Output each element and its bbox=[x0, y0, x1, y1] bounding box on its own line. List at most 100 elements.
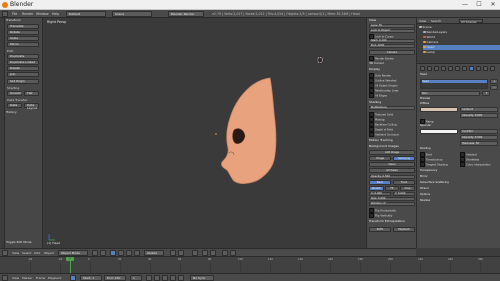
minimize-button[interactable]: — bbox=[458, 0, 472, 10]
jump-start-icon[interactable] bbox=[146, 275, 152, 281]
transparency-header[interactable]: Transparency bbox=[420, 169, 437, 173]
next-keyframe-icon[interactable] bbox=[170, 275, 176, 281]
lock-cursor-checkbox[interactable]: Lock to Cursor bbox=[369, 34, 394, 38]
editor-type-icon[interactable] bbox=[2, 275, 8, 281]
timeline[interactable]: -40 -20 0 20 40 60 80 100 120 140 160 180 200 220 240 2… bbox=[0, 256, 500, 274]
join-button[interactable]: Join bbox=[7, 72, 39, 77]
fake-user-button[interactable]: F bbox=[482, 91, 490, 96]
specular-color-swatch[interactable] bbox=[420, 129, 458, 134]
smooth-button[interactable]: Smooth bbox=[7, 91, 22, 96]
material-slot-item[interactable]: Head bbox=[422, 80, 487, 83]
marker-menu[interactable]: Marker bbox=[22, 275, 32, 281]
remove-slot-button[interactable]: − bbox=[490, 85, 498, 90]
playback-menu[interactable]: Playback bbox=[48, 275, 61, 281]
menu-window[interactable]: Window bbox=[36, 11, 49, 17]
lens-field[interactable]: Lens: 35 bbox=[369, 24, 415, 28]
relationship-lines-checkbox[interactable]: Relationship Lines bbox=[369, 88, 399, 92]
world-tab-icon[interactable] bbox=[434, 66, 439, 71]
delete-button[interactable]: Delete bbox=[7, 66, 39, 71]
mirror-button[interactable]: Mirror bbox=[7, 42, 39, 47]
crop-button[interactable]: Crop bbox=[400, 186, 415, 191]
ambient-occlusion-checkbox[interactable]: Ambient Occlusion bbox=[369, 132, 399, 136]
menu-file[interactable]: File bbox=[12, 11, 17, 17]
only-render-checkbox[interactable]: Only Render bbox=[369, 73, 391, 77]
physics-tab-icon[interactable] bbox=[490, 66, 495, 71]
sss-header[interactable]: Subsurface Scattering bbox=[420, 181, 449, 185]
transform-extrapolation-header[interactable]: Transform Extrapolation bbox=[369, 219, 415, 224]
outliner-display-dropdown[interactable]: All Scenes bbox=[459, 19, 483, 24]
add-image-button[interactable]: Add Image bbox=[369, 150, 415, 155]
motion-tracking-header[interactable]: Motion Tracking bbox=[369, 138, 415, 143]
local-camera-field[interactable]: Camera bbox=[369, 50, 415, 55]
flip-horizontal-checkbox[interactable]: Flip Horizontally bbox=[369, 208, 396, 212]
preview-header[interactable]: Preview bbox=[420, 97, 430, 101]
hardness-field[interactable]: Hardness: 50 bbox=[460, 141, 498, 146]
head-mesh[interactable] bbox=[221, 77, 277, 184]
jump-end-icon[interactable] bbox=[178, 275, 184, 281]
data-tab-icon[interactable] bbox=[462, 66, 467, 71]
menu-render[interactable]: Render bbox=[22, 11, 33, 17]
texture-tab-icon[interactable] bbox=[476, 66, 481, 71]
material-name-field[interactable]: Skin bbox=[420, 91, 480, 96]
duplicate-button[interactable]: Duplicate bbox=[7, 54, 39, 59]
add-slot-button[interactable]: + bbox=[490, 79, 498, 84]
camera-tab-icon[interactable] bbox=[420, 66, 425, 71]
record-toggle-icon[interactable] bbox=[70, 275, 76, 281]
diffuse-intensity-field[interactable]: Intensity: 0.800 bbox=[460, 113, 498, 118]
maximize-button[interactable]: ☐ bbox=[472, 0, 486, 10]
timeline-view-menu[interactable]: View bbox=[12, 275, 19, 281]
material-slot-list[interactable]: Head bbox=[420, 79, 488, 89]
modifier-tab-icon[interactable] bbox=[455, 66, 460, 71]
set-origin-button[interactable]: Set Origin bbox=[7, 79, 39, 84]
image-file-field[interactable]: head.png bbox=[393, 156, 415, 161]
opacity-field[interactable]: Opacity: 0.500 bbox=[369, 175, 415, 179]
diffuse-header[interactable]: Diffuse bbox=[420, 102, 429, 106]
outline-selected-checkbox[interactable]: Outline Selected bbox=[369, 78, 396, 82]
current-frame-field[interactable]: 1 bbox=[130, 275, 142, 281]
particles-tab-icon[interactable] bbox=[483, 66, 488, 71]
front-button[interactable]: Front bbox=[393, 180, 415, 185]
diffuse-shader-dropdown[interactable]: Lambert bbox=[460, 107, 498, 112]
constraint-tab-icon[interactable] bbox=[448, 66, 453, 71]
prev-keyframe-icon[interactable] bbox=[154, 275, 160, 281]
translate-button[interactable]: Translate bbox=[7, 24, 39, 29]
shading-panel-header[interactable]: Shading bbox=[369, 100, 415, 105]
offset-x-field[interactable]: X: 0.000 bbox=[369, 192, 391, 196]
end-frame-field[interactable]: End: 250 bbox=[104, 275, 126, 281]
data-layout-button[interactable]: Data Layout bbox=[24, 103, 39, 110]
view-panel-header[interactable]: View bbox=[369, 18, 415, 23]
lock-object-field[interactable]: Lock to Object: bbox=[369, 29, 415, 33]
shadeless-checkbox[interactable]: Shadeless bbox=[460, 157, 479, 161]
duplicate-linked-button[interactable]: Duplicate Linked bbox=[7, 60, 39, 65]
cursor-panel-header[interactable]: 3D Cursor bbox=[369, 61, 415, 66]
frame-menu[interactable]: Frame bbox=[36, 275, 45, 281]
rotation-field[interactable]: Rotation: 0° bbox=[369, 202, 415, 206]
layout-dropdown[interactable]: Default bbox=[66, 11, 106, 17]
outliner-view-menu[interactable]: View bbox=[419, 18, 426, 24]
matcap-checkbox[interactable]: Matcap bbox=[369, 117, 385, 121]
operator-panel-header[interactable]: Toggle Edit Mode bbox=[6, 240, 32, 245]
transform-panel-header[interactable]: Transform bbox=[6, 18, 21, 23]
outliner-row-lamp[interactable]: Lamp bbox=[423, 50, 500, 55]
object-tab-icon[interactable] bbox=[441, 66, 446, 71]
emit-checkbox[interactable]: Emit bbox=[420, 152, 432, 156]
diffuse-ramp-checkbox[interactable]: Ramp bbox=[420, 119, 434, 123]
ambient-checkbox[interactable]: Ambient bbox=[460, 152, 477, 156]
scene-dropdown[interactable]: Scene bbox=[112, 11, 152, 17]
render-engine-dropdown[interactable]: Blender Render bbox=[168, 11, 204, 17]
render-border-checkbox[interactable]: Render Border bbox=[369, 56, 394, 60]
flat-button[interactable]: Flat bbox=[24, 91, 39, 96]
offset-y-field[interactable]: Y: 0.000 bbox=[393, 192, 415, 196]
options-header[interactable]: Options bbox=[420, 193, 430, 197]
translucency-checkbox[interactable]: Translucency bbox=[420, 157, 443, 161]
playback-button[interactable]: Playback bbox=[393, 227, 415, 232]
backface-culling-checkbox[interactable]: Backface Culling bbox=[369, 122, 397, 126]
play-icon[interactable] bbox=[162, 275, 168, 281]
scale-button[interactable]: Scale bbox=[7, 36, 39, 41]
editor-type-icon[interactable] bbox=[2, 11, 8, 17]
specular-intensity-field[interactable]: Intensity: 0.500 bbox=[460, 135, 498, 140]
data-button[interactable]: Data bbox=[7, 103, 22, 108]
flip-vertical-checkbox[interactable]: Flip Vertically bbox=[369, 213, 392, 217]
textured-solid-checkbox[interactable]: Textured Solid bbox=[369, 112, 393, 116]
material-tab-icon[interactable] bbox=[469, 66, 474, 71]
